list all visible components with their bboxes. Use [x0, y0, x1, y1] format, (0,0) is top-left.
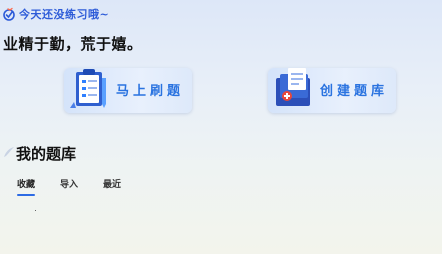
divider-dot [35, 210, 36, 211]
greeting-text: 今天还没练习哦~ [19, 8, 110, 21]
create-bank-button[interactable]: 创建题库 [268, 68, 396, 113]
stacked-book-icon [272, 62, 316, 116]
start-practice-button[interactable]: 马上刷题 [64, 68, 192, 113]
start-practice-label: 马上刷题 [116, 84, 185, 99]
bank-tabs: 收藏 导入 最近 [17, 177, 146, 196]
my-bank-title: 我的题库 [16, 145, 77, 163]
clipboard-pencil-icon [68, 62, 112, 116]
tab-recent[interactable]: 最近 [103, 177, 121, 190]
tab-favorites[interactable]: 收藏 [17, 177, 36, 196]
feather-icon [3, 144, 15, 163]
motto-text: 业精于勤，荒于嬉。 [3, 35, 143, 53]
tab-import[interactable]: 导入 [60, 177, 78, 190]
practice-reminder: 今天还没练习哦~ [2, 5, 109, 23]
my-bank-heading: 我的题库 [3, 143, 76, 164]
create-bank-label: 创建题库 [320, 84, 389, 99]
check-tomato-icon [2, 7, 16, 21]
